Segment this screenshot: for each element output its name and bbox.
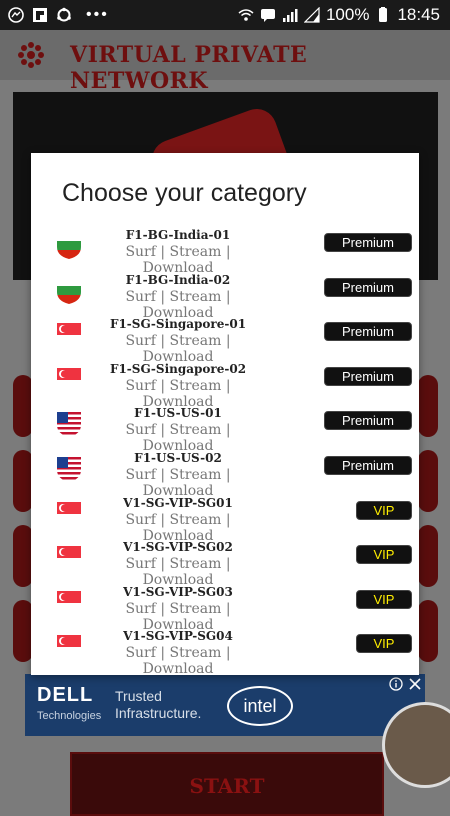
messenger-icon (8, 7, 24, 23)
app-bar: VIRTUAL PRIVATE NETWORK (0, 30, 450, 94)
more-notifications-icon: ••• (86, 6, 109, 23)
background-button-right-4 (418, 600, 438, 662)
vip-badge[interactable]: VIP (356, 545, 412, 565)
ad-text: Trusted Infrastructure. (115, 688, 201, 722)
dialog-title: Choose your category (62, 179, 307, 207)
singapore-flag-icon (55, 321, 83, 349)
singapore-flag-icon (55, 500, 83, 528)
server-name: V1-SG-VIP-SG01 (123, 495, 233, 510)
server-row[interactable]: V1-SG-VIP-SG03 Surf | Stream | Download VI… (31, 582, 419, 633)
sync-icon (57, 7, 71, 22)
ad-text-line1: Trusted (115, 688, 162, 704)
server-row[interactable]: V1-SG-VIP-SG02 Surf | Stream | Download VI… (31, 537, 419, 588)
server-name: F1-SG-Singapore-02 (109, 361, 247, 376)
premium-badge[interactable]: Premium (324, 233, 412, 252)
vip-badge[interactable]: VIP (356, 634, 412, 654)
background-button-right-2 (418, 450, 438, 512)
vip-badge[interactable]: VIP (356, 500, 412, 520)
server-name: F1-US-US-02 (134, 450, 222, 465)
server-name: F1-BG-India-01 (125, 228, 231, 242)
background-button-left-4 (13, 600, 33, 662)
server-row[interactable]: V1-SG-VIP-SG04 Surf | Stream | Download VI… (31, 626, 419, 677)
background-button-right-1 (418, 375, 438, 437)
signal-2-icon (303, 7, 320, 23)
ad-brand-sub: Technologies (37, 710, 102, 722)
singapore-flag-icon (55, 366, 83, 394)
battery-percent: 100% (325, 5, 370, 24)
server-name: V1-SG-VIP-SG02 (123, 540, 233, 555)
server-name: F1-US-US-01 (134, 406, 222, 421)
background-button-left-3 (13, 525, 33, 587)
ad-partner-logo: intel (227, 686, 293, 726)
server-name: V1-SG-VIP-SG04 (123, 629, 233, 644)
server-name: V1-SG-VIP-SG03 (123, 584, 233, 599)
premium-badge[interactable]: Premium (324, 366, 412, 386)
flipboard-icon (33, 8, 47, 22)
vip-badge[interactable]: VIP (356, 589, 412, 609)
background-button-left-2 (13, 450, 33, 512)
start-button-label: START (189, 774, 265, 798)
battery-icon (379, 7, 388, 22)
ad-banner[interactable]: DELL Technologies Trusted Infrastructure… (25, 674, 425, 736)
server-row[interactable]: V1-SG-VIP-SG01 Surf | Stream | Download VI… (31, 493, 419, 544)
premium-badge[interactable]: Premium (324, 277, 412, 297)
server-row[interactable]: F1-BG-India-02 Surf | Stream | Download Pr… (31, 270, 419, 321)
ad-close-icon[interactable] (408, 677, 422, 691)
background-button-left-1 (13, 375, 33, 437)
app-title: VIRTUAL PRIVATE NETWORK (70, 42, 308, 94)
ad-brand: DELL (37, 684, 94, 706)
singapore-flag-icon (55, 633, 83, 661)
premium-badge[interactable]: Premium (324, 411, 412, 431)
clock: 18:45 (397, 5, 440, 24)
singapore-flag-icon (55, 589, 83, 617)
start-button[interactable]: START (70, 752, 384, 816)
message-icon (260, 9, 275, 22)
status-bar: ••• 100% 18:45 (0, 0, 450, 30)
usa-flag-icon (55, 455, 83, 483)
server-row[interactable]: F1-US-US-02 Surf | Stream | Download Premi… (31, 448, 419, 499)
server-row[interactable]: F1-BG-India-01 Surf | Stream | Download Pr… (31, 225, 419, 276)
premium-badge[interactable]: Premium (324, 455, 412, 475)
premium-badge[interactable]: Premium (324, 322, 412, 342)
server-row[interactable]: F1-US-US-01 Surf | Stream | Download Premi… (31, 403, 419, 454)
server-name: F1-BG-India-02 (125, 272, 231, 287)
usa-flag-icon (55, 410, 83, 438)
background-button-right-3 (418, 525, 438, 587)
category-dialog: Choose your category F1-BG-India-01 Surf … (31, 153, 419, 677)
app-logo-icon (18, 42, 44, 68)
server-row[interactable]: F1-SG-Singapore-02 Surf | Stream | Downlo… (31, 359, 419, 410)
wifi-icon (238, 9, 254, 21)
signal-icon (282, 9, 298, 22)
server-name: F1-SG-Singapore-01 (109, 317, 247, 332)
bulgaria-flag-icon (55, 232, 83, 260)
ad-info-icon[interactable] (389, 677, 403, 691)
singapore-flag-icon (55, 544, 83, 572)
bulgaria-flag-icon (55, 277, 83, 305)
server-list: F1-BG-India-01 Surf | Stream | Download Pr… (31, 225, 419, 677)
ad-text-line2: Infrastructure. (115, 705, 202, 721)
server-row[interactable]: F1-SG-Singapore-01 Surf | Stream | Downlo… (31, 314, 419, 365)
server-features: Surf | Stream | Download (125, 645, 231, 678)
